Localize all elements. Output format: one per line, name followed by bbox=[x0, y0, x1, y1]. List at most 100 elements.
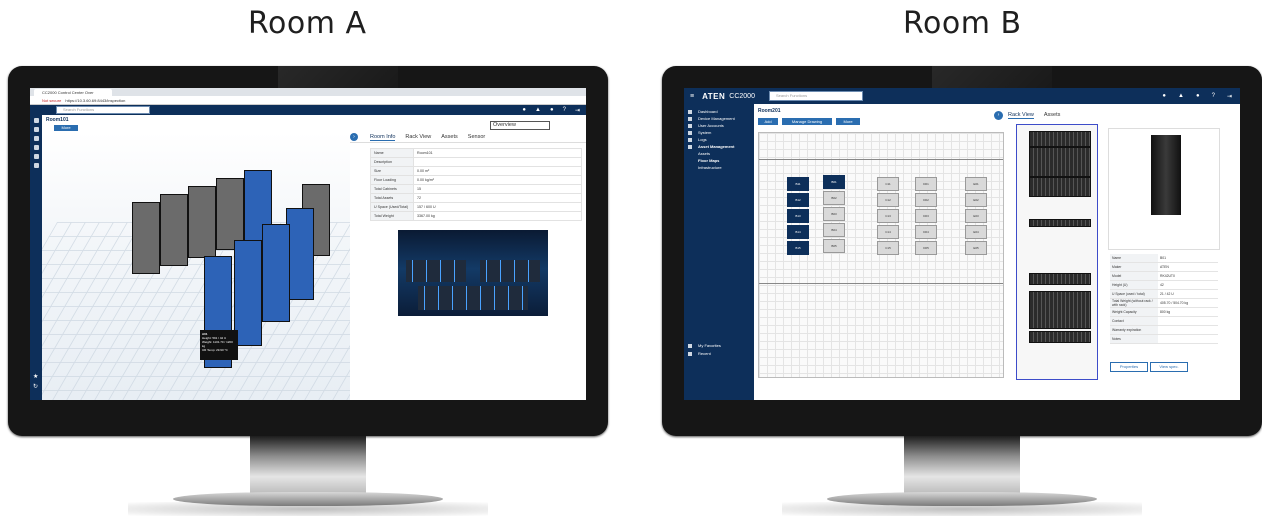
address-url[interactable]: https://10.3.60.69:8443/inspection bbox=[65, 98, 125, 103]
cabinet-b04[interactable]: B04 bbox=[823, 223, 845, 237]
cabinet-b02[interactable]: B02 bbox=[823, 191, 845, 205]
sidebar-item-favorites[interactable]: My Favorites bbox=[684, 342, 721, 349]
more-button[interactable]: More bbox=[836, 118, 860, 125]
tab-room-info[interactable]: Room Info bbox=[370, 134, 396, 141]
breadcrumb[interactable]: Room201 bbox=[758, 108, 781, 114]
cabinet[interactable]: E03 bbox=[965, 209, 987, 223]
dashboard-icon[interactable] bbox=[33, 118, 39, 123]
cabinet[interactable]: D05 bbox=[915, 241, 937, 255]
sidebar-subitem-assets[interactable]: Assets bbox=[684, 150, 754, 157]
cabinet[interactable]: C13 bbox=[877, 209, 899, 223]
collapse-arrow-icon[interactable]: › bbox=[994, 111, 1003, 120]
more-button[interactable]: More bbox=[54, 125, 78, 131]
rack-cabinet[interactable] bbox=[132, 202, 160, 274]
cabinet[interactable]: B13 bbox=[787, 209, 809, 223]
cabinet-b05[interactable]: B05 bbox=[823, 239, 845, 253]
rack-cabinet[interactable] bbox=[160, 194, 188, 266]
rack-device[interactable] bbox=[1029, 219, 1091, 227]
rack-device[interactable] bbox=[1029, 331, 1091, 343]
sidebar-subitem-infrastructure[interactable]: Infrastructure bbox=[684, 164, 754, 171]
logout-icon[interactable]: ⇥ bbox=[575, 107, 580, 114]
rack-elevation[interactable] bbox=[1016, 124, 1098, 380]
chat-icon[interactable]: ● bbox=[522, 107, 526, 114]
address-bar[interactable]: Not secure https://10.3.60.69:8443/inspe… bbox=[30, 96, 586, 105]
cabinet[interactable]: C12 bbox=[877, 193, 899, 207]
bell-icon[interactable]: ▲ bbox=[535, 107, 541, 114]
logs-icon[interactable] bbox=[33, 154, 39, 159]
cabinet[interactable]: D04 bbox=[915, 225, 937, 239]
sidebar-item-logs[interactable]: Logs bbox=[684, 136, 754, 143]
cabinet[interactable]: C11 bbox=[877, 177, 899, 191]
cabinet[interactable]: D03 bbox=[915, 209, 937, 223]
tab-bar: Rack View Assets bbox=[1008, 112, 1060, 119]
cabinet-b01[interactable]: B01 bbox=[823, 175, 845, 189]
cabinet[interactable]: B14 bbox=[787, 225, 809, 239]
tab-sensor[interactable]: Sensor bbox=[468, 134, 485, 140]
rack-cabinet[interactable] bbox=[262, 224, 290, 322]
cabinet[interactable]: E02 bbox=[965, 193, 987, 207]
sidebar-item-recent[interactable]: Recent bbox=[684, 350, 711, 357]
cabinet-b03[interactable]: B03 bbox=[823, 207, 845, 221]
view-spec-button[interactable]: View spec. bbox=[1150, 362, 1188, 372]
cabinet[interactable]: B15 bbox=[787, 241, 809, 255]
cabinet[interactable]: C15 bbox=[877, 241, 899, 255]
rack-device[interactable] bbox=[1029, 273, 1091, 285]
tab-assets[interactable]: Assets bbox=[1044, 112, 1061, 119]
collapse-arrow-icon[interactable]: › bbox=[350, 133, 358, 141]
rack-cabinet[interactable] bbox=[286, 208, 314, 300]
cabinet[interactable]: B12 bbox=[787, 193, 809, 207]
search-input[interactable]: Search Functions bbox=[768, 91, 863, 101]
cabinet[interactable]: D02 bbox=[915, 193, 937, 207]
properties-button[interactable]: Properties bbox=[1110, 362, 1148, 372]
cabinet[interactable]: E04 bbox=[965, 225, 987, 239]
system-icon[interactable] bbox=[33, 145, 39, 150]
star-icon[interactable]: ★ bbox=[33, 373, 38, 380]
cabinet[interactable]: C14 bbox=[877, 225, 899, 239]
user-icon[interactable]: ● bbox=[1196, 93, 1200, 100]
wall-line bbox=[759, 159, 1003, 160]
breadcrumb[interactable]: Room101 bbox=[46, 117, 69, 123]
device-icon[interactable] bbox=[33, 127, 39, 132]
rack-device[interactable] bbox=[1029, 131, 1091, 147]
sidebar-item-device-management[interactable]: Device Management bbox=[684, 115, 754, 122]
3d-room-view[interactable]: A01 Height: 591 / 42 U Weight: 1101.70 /… bbox=[42, 132, 350, 400]
manage-drawing-button[interactable]: Manage Drawing bbox=[782, 118, 832, 125]
help-icon[interactable]: ? bbox=[1212, 93, 1215, 100]
add-button[interactable]: Add bbox=[758, 118, 778, 125]
tab-rack-view[interactable]: Rack View bbox=[405, 134, 431, 140]
floor-map[interactable]: B01 B02 B03 B04 B05 B11 B12 B13 B14 B15 … bbox=[758, 132, 1004, 378]
rack-cabinet[interactable] bbox=[188, 186, 216, 258]
tab-assets[interactable]: Assets bbox=[441, 134, 458, 140]
sidebar-subitem-floor-maps[interactable]: Floor Maps bbox=[684, 157, 754, 164]
table-row: Contact bbox=[1110, 316, 1218, 326]
sidebar-item-system[interactable]: System bbox=[684, 129, 754, 136]
recent-icon[interactable]: ↻ bbox=[33, 383, 38, 390]
rack-device[interactable] bbox=[1029, 177, 1091, 197]
help-icon[interactable]: ? bbox=[563, 107, 566, 114]
bell-icon[interactable]: ▲ bbox=[1178, 93, 1184, 100]
table-row: Total Weight (without rack / with rack) 4… bbox=[1110, 298, 1218, 308]
info-value: 15 bbox=[413, 184, 582, 194]
search-input[interactable]: Search Functions bbox=[56, 106, 150, 114]
sidebar: Dashboard Device Management User Account… bbox=[684, 104, 754, 400]
cabinet[interactable]: E05 bbox=[965, 241, 987, 255]
browser-tab[interactable]: CC2000 Control Center Over bbox=[34, 88, 112, 96]
view-select[interactable]: Overview bbox=[490, 121, 550, 130]
sidebar-item-asset-management[interactable]: Asset Management bbox=[684, 143, 754, 150]
cabinet[interactable]: E01 bbox=[965, 177, 987, 191]
aten-logo: ATEN bbox=[702, 91, 726, 101]
rack-cabinet[interactable] bbox=[234, 240, 262, 346]
chat-icon[interactable]: ● bbox=[1162, 93, 1166, 100]
sidebar-item-dashboard[interactable]: Dashboard bbox=[684, 108, 754, 115]
rack-device[interactable] bbox=[1029, 147, 1091, 177]
tab-rack-view[interactable]: Rack View bbox=[1008, 112, 1034, 119]
cabinet[interactable]: B11 bbox=[787, 177, 809, 191]
user-icon[interactable]: ● bbox=[550, 107, 554, 114]
logout-icon[interactable]: ⇥ bbox=[1227, 93, 1232, 100]
cabinet[interactable]: D01 bbox=[915, 177, 937, 191]
menu-icon[interactable]: ≡ bbox=[690, 93, 694, 100]
rack-device[interactable] bbox=[1029, 291, 1091, 329]
asset-icon[interactable] bbox=[33, 163, 39, 168]
user-icon[interactable] bbox=[33, 136, 39, 141]
sidebar-item-user-accounts[interactable]: User Accounts bbox=[684, 122, 754, 129]
